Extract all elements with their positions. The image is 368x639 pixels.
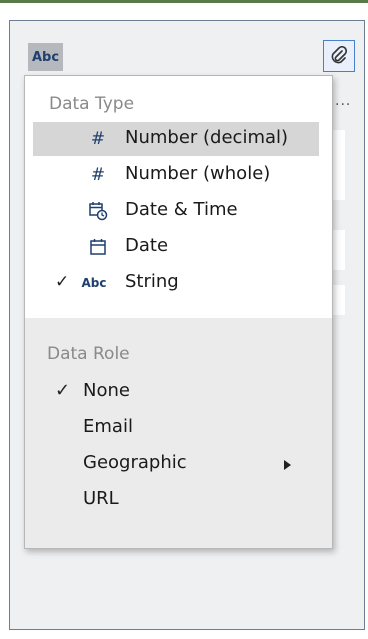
role-item-none[interactable]: ✓ None <box>25 376 325 408</box>
more-icon[interactable]: ... <box>335 93 351 109</box>
calendar-icon <box>87 235 109 259</box>
attach-button[interactable] <box>323 40 355 72</box>
role-item-label: None <box>83 380 130 401</box>
hash-icon: # <box>90 129 106 149</box>
check-icon: ✓ <box>55 272 70 292</box>
submenu-arrow-icon <box>284 460 291 470</box>
menu-item-label: String <box>125 271 179 292</box>
role-item-label: URL <box>83 488 119 509</box>
menu-item-number-whole[interactable]: # Number (whole) <box>33 158 319 192</box>
paperclip-icon <box>331 46 348 64</box>
data-type-section: Data Type # Number (decimal) # Number (w… <box>25 76 332 318</box>
datetime-icon <box>87 199 109 223</box>
menu-item-date-time[interactable]: Date & Time <box>33 194 319 228</box>
menu-item-string[interactable]: ✓ Abc String <box>33 266 319 300</box>
menu-item-label: Date & Time <box>125 199 238 220</box>
role-item-geographic[interactable]: Geographic <box>25 448 325 480</box>
data-type-menu: Data Type # Number (decimal) # Number (w… <box>24 75 333 549</box>
data-type-button[interactable]: Abc <box>28 43 63 71</box>
menu-item-label: Date <box>125 235 169 256</box>
menu-item-date[interactable]: Date <box>33 230 319 264</box>
menu-item-label: Number (decimal) <box>125 127 289 148</box>
role-item-url[interactable]: URL <box>25 484 325 516</box>
menu-item-number-decimal[interactable]: # Number (decimal) <box>33 122 319 156</box>
role-item-label: Email <box>83 416 133 437</box>
data-type-heading: Data Type <box>49 94 135 114</box>
check-icon: ✓ <box>55 380 71 401</box>
hash-icon: # <box>90 165 106 185</box>
abc-icon: Abc <box>81 276 107 290</box>
top-divider <box>0 0 368 3</box>
menu-item-label: Number (whole) <box>125 163 271 184</box>
data-role-heading: Data Role <box>47 344 130 364</box>
role-item-email[interactable]: Email <box>25 412 325 444</box>
role-item-label: Geographic <box>83 452 187 473</box>
